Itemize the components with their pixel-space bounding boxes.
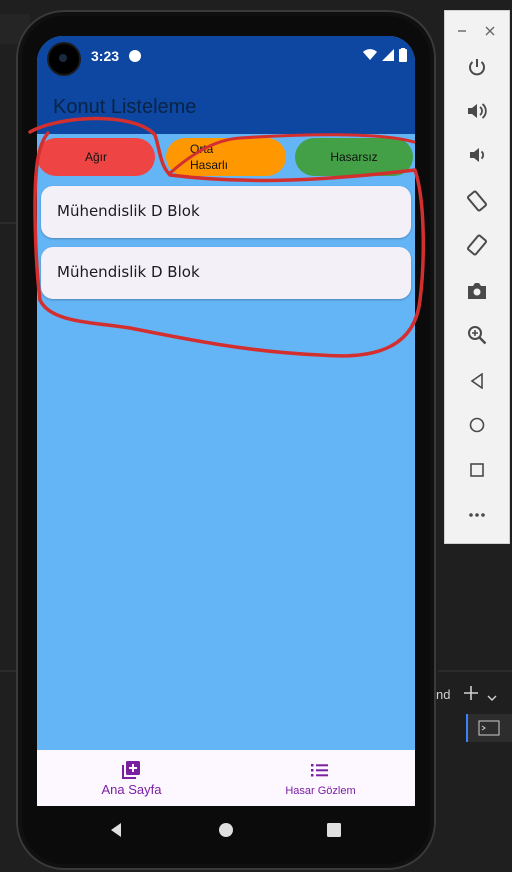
recents-icon[interactable] [327, 823, 341, 837]
screenshot-button[interactable] [461, 277, 493, 305]
rotate-right-button[interactable] [461, 231, 493, 259]
minimize-icon[interactable] [457, 26, 467, 36]
emulator-back-button[interactable] [461, 367, 493, 395]
ide-chevron-down-icon[interactable] [486, 688, 498, 701]
list-item-label: Mühendislik D Blok [57, 263, 200, 281]
rotate-right-icon [466, 234, 488, 256]
power-button[interactable] [461, 53, 493, 81]
system-navigation-bar [37, 806, 415, 852]
filter-medium-label: Orta Hasarlı [190, 142, 229, 172]
zoom-button[interactable] [461, 321, 493, 349]
power-icon [469, 59, 485, 76]
add-library-icon [122, 761, 140, 779]
volume-up-icon [468, 103, 487, 119]
rotate-left-button[interactable] [461, 187, 493, 215]
nav-label-ana-sayfa: Ana Sayfa [101, 782, 162, 797]
list-item[interactable]: Mühendislik D Blok [41, 247, 411, 299]
status-time: 3:23 [91, 48, 120, 64]
emulator-home-button[interactable] [461, 411, 493, 439]
filter-medium-button[interactable]: Orta Hasarlı [166, 138, 286, 176]
volume-down-icon [470, 148, 485, 162]
back-icon [470, 373, 483, 389]
more-icon [469, 513, 485, 517]
list-item-label: Mühendislik D Blok [57, 202, 200, 220]
battery-icon [399, 48, 407, 62]
ide-add-icon[interactable] [462, 684, 480, 702]
wifi-icon [363, 49, 377, 60]
filter-undamaged-button[interactable]: Hasarsız [295, 138, 413, 176]
status-bar: 3:23 [37, 36, 415, 80]
list-icon [311, 764, 328, 777]
zoom-icon [468, 326, 487, 345]
nav-item-ana-sayfa[interactable]: Ana Sayfa [37, 750, 226, 806]
emulator-overview-button[interactable] [461, 456, 493, 484]
status-icons [363, 48, 407, 62]
emulator-toolbar [444, 10, 510, 544]
filter-heavy-button[interactable]: Ağır [37, 138, 155, 176]
nav-label-hasar-gozlem: Hasar Gözlem [285, 785, 356, 797]
overview-icon [470, 463, 484, 477]
terminal-icon [478, 720, 500, 736]
list-item[interactable]: Mühendislik D Blok [41, 186, 411, 238]
home-icon [469, 417, 485, 433]
toolbar-window-controls [445, 23, 509, 39]
filter-bar: Ağır Orta Hasarlı Hasarsız [37, 138, 415, 180]
ide-panel-divider [438, 670, 512, 672]
app-screen: 3:23 Konut Listeleme Ağır Orta Hasarlı H… [37, 36, 415, 806]
close-icon[interactable] [485, 26, 495, 36]
signal-icon [382, 49, 394, 61]
ide-fragment-text: nd [436, 687, 451, 702]
ide-terminal-tab[interactable] [466, 714, 512, 742]
rotate-left-icon [466, 190, 488, 212]
nav-item-hasar-gozlem[interactable]: Hasar Gözlem [226, 750, 415, 806]
bottom-navigation: Ana Sayfa Hasar Gözlem [37, 750, 415, 806]
volume-down-button[interactable] [461, 141, 493, 169]
screenshot-icon [468, 283, 486, 299]
page-title: Konut Listeleme [53, 96, 197, 118]
app-bar: Konut Listeleme [37, 80, 415, 134]
camera-cutout-icon [49, 44, 79, 74]
app-notification-icon [129, 50, 141, 62]
volume-up-button[interactable] [461, 97, 493, 125]
back-icon[interactable] [109, 822, 123, 838]
home-icon[interactable] [218, 822, 234, 838]
more-options-button[interactable] [461, 501, 493, 529]
